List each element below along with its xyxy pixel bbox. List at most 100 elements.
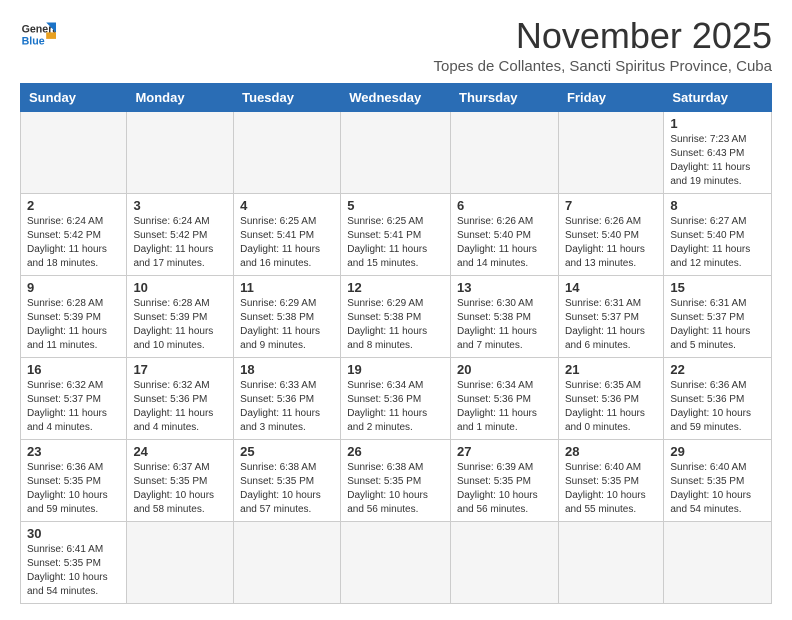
day-info: Sunrise: 6:24 AM Sunset: 5:42 PM Dayligh… — [27, 215, 120, 271]
month-title: November 2025 — [433, 16, 772, 56]
day-number: 14 — [565, 280, 657, 295]
day-info: Sunrise: 6:41 AM Sunset: 5:35 PM Dayligh… — [27, 543, 120, 599]
day-info: Sunrise: 6:40 AM Sunset: 5:35 PM Dayligh… — [670, 461, 765, 517]
calendar-cell: 10Sunrise: 6:28 AM Sunset: 5:39 PM Dayli… — [127, 275, 234, 357]
calendar-cell: 14 Sunrise: 6:31 AM Sunset: 5:37 PM Dayli… — [558, 275, 663, 357]
calendar-cell — [558, 521, 663, 603]
day-number: 13 — [457, 280, 552, 295]
calendar-cell: 8 Sunrise: 6:27 AM Sunset: 5:40 PM Daylig… — [664, 193, 772, 275]
week-row-1: 2 Sunrise: 6:24 AM Sunset: 5:42 PM Daylig… — [21, 193, 772, 275]
day-info: Sunrise: 6:26 AM Sunset: 5:40 PM Dayligh… — [565, 215, 657, 271]
day-number: 24 — [133, 444, 227, 459]
day-number: 17 — [133, 362, 227, 377]
day-number: 1 — [670, 116, 765, 131]
day-info: Sunrise: 6:35 AM Sunset: 5:36 PM Dayligh… — [565, 379, 657, 435]
day-number: 30 — [27, 526, 120, 541]
calendar-cell: 7Sunrise: 6:26 AM Sunset: 5:40 PM Daylig… — [558, 193, 663, 275]
calendar-cell: 11 Sunrise: 6:29 AM Sunset: 5:38 PM Dayli… — [234, 275, 341, 357]
day-info: Sunrise: 6:25 AM Sunset: 5:41 PM Dayligh… — [347, 215, 444, 271]
day-info: Sunrise: 6:24 AM Sunset: 5:42 PM Dayligh… — [133, 215, 227, 271]
week-row-2: 9Sunrise: 6:28 AM Sunset: 5:39 PM Daylig… — [21, 275, 772, 357]
day-info: Sunrise: 6:38 AM Sunset: 5:35 PM Dayligh… — [347, 461, 444, 517]
day-info: Sunrise: 6:40 AM Sunset: 5:35 PM Dayligh… — [565, 461, 657, 517]
weekday-header-friday: Friday — [558, 83, 663, 111]
calendar-cell: 18 Sunrise: 6:33 AM Sunset: 5:36 PM Dayli… — [234, 357, 341, 439]
day-info: Sunrise: 6:32 AM Sunset: 5:36 PM Dayligh… — [133, 379, 227, 435]
day-number: 22 — [670, 362, 765, 377]
calendar-cell: 1 Sunrise: 7:23 AM Sunset: 6:43 PM Daylig… — [664, 111, 772, 193]
generalblue-logo-icon: General Blue — [20, 16, 56, 52]
day-info: Sunrise: 6:39 AM Sunset: 5:35 PM Dayligh… — [457, 461, 552, 517]
day-info: Sunrise: 6:30 AM Sunset: 5:38 PM Dayligh… — [457, 297, 552, 353]
calendar-cell: 16Sunrise: 6:32 AM Sunset: 5:37 PM Dayli… — [21, 357, 127, 439]
day-info: Sunrise: 6:27 AM Sunset: 5:40 PM Dayligh… — [670, 215, 765, 271]
day-info: Sunrise: 6:34 AM Sunset: 5:36 PM Dayligh… — [457, 379, 552, 435]
day-number: 15 — [670, 280, 765, 295]
day-info: Sunrise: 6:29 AM Sunset: 5:38 PM Dayligh… — [240, 297, 334, 353]
calendar-cell: 9Sunrise: 6:28 AM Sunset: 5:39 PM Daylig… — [21, 275, 127, 357]
day-number: 18 — [240, 362, 334, 377]
day-number: 29 — [670, 444, 765, 459]
day-number: 11 — [240, 280, 334, 295]
day-number: 4 — [240, 198, 334, 213]
calendar-cell: 24 Sunrise: 6:37 AM Sunset: 5:35 PM Dayli… — [127, 439, 234, 521]
week-row-5: 30 Sunrise: 6:41 AM Sunset: 5:35 PM Dayli… — [21, 521, 772, 603]
svg-text:Blue: Blue — [22, 36, 45, 48]
logo: General Blue — [20, 16, 56, 52]
day-info: Sunrise: 6:29 AM Sunset: 5:38 PM Dayligh… — [347, 297, 444, 353]
day-info: Sunrise: 6:31 AM Sunset: 5:37 PM Dayligh… — [565, 297, 657, 353]
week-row-4: 23 Sunrise: 6:36 AM Sunset: 5:35 PM Dayli… — [21, 439, 772, 521]
day-info: Sunrise: 7:23 AM Sunset: 6:43 PM Dayligh… — [670, 133, 765, 189]
weekday-header-saturday: Saturday — [664, 83, 772, 111]
day-info: Sunrise: 6:26 AM Sunset: 5:40 PM Dayligh… — [457, 215, 552, 271]
day-info: Sunrise: 6:37 AM Sunset: 5:35 PM Dayligh… — [133, 461, 227, 517]
calendar-cell: 4 Sunrise: 6:25 AM Sunset: 5:41 PM Daylig… — [234, 193, 341, 275]
day-number: 19 — [347, 362, 444, 377]
day-number: 8 — [670, 198, 765, 213]
calendar-table: SundayMondayTuesdayWednesdayThursdayFrid… — [20, 83, 772, 604]
week-row-3: 16Sunrise: 6:32 AM Sunset: 5:37 PM Dayli… — [21, 357, 772, 439]
title-area: November 2025 Topes de Collantes, Sancti… — [433, 16, 772, 75]
day-info: Sunrise: 6:34 AM Sunset: 5:36 PM Dayligh… — [347, 379, 444, 435]
calendar-cell: 30 Sunrise: 6:41 AM Sunset: 5:35 PM Dayli… — [21, 521, 127, 603]
calendar-cell: 22 Sunrise: 6:36 AM Sunset: 5:36 PM Dayli… — [664, 357, 772, 439]
calendar-cell — [664, 521, 772, 603]
day-number: 2 — [27, 198, 120, 213]
day-info: Sunrise: 6:28 AM Sunset: 5:39 PM Dayligh… — [27, 297, 120, 353]
day-number: 28 — [565, 444, 657, 459]
day-info: Sunrise: 6:25 AM Sunset: 5:41 PM Dayligh… — [240, 215, 334, 271]
calendar-cell — [234, 521, 341, 603]
calendar-cell: 2 Sunrise: 6:24 AM Sunset: 5:42 PM Daylig… — [21, 193, 127, 275]
day-number: 26 — [347, 444, 444, 459]
calendar-cell — [234, 111, 341, 193]
calendar-cell — [127, 111, 234, 193]
day-number: 20 — [457, 362, 552, 377]
day-number: 5 — [347, 198, 444, 213]
day-info: Sunrise: 6:31 AM Sunset: 5:37 PM Dayligh… — [670, 297, 765, 353]
calendar-cell: 21Sunrise: 6:35 AM Sunset: 5:36 PM Dayli… — [558, 357, 663, 439]
calendar-cell: 13 Sunrise: 6:30 AM Sunset: 5:38 PM Dayli… — [451, 275, 559, 357]
calendar-cell: 20 Sunrise: 6:34 AM Sunset: 5:36 PM Dayli… — [451, 357, 559, 439]
calendar-cell: 6 Sunrise: 6:26 AM Sunset: 5:40 PM Daylig… — [451, 193, 559, 275]
day-number: 3 — [133, 198, 227, 213]
calendar-cell — [21, 111, 127, 193]
weekday-header-sunday: Sunday — [21, 83, 127, 111]
day-number: 23 — [27, 444, 120, 459]
calendar-cell: 17 Sunrise: 6:32 AM Sunset: 5:36 PM Dayli… — [127, 357, 234, 439]
calendar-cell: 28 Sunrise: 6:40 AM Sunset: 5:35 PM Dayli… — [558, 439, 663, 521]
day-info: Sunrise: 6:33 AM Sunset: 5:36 PM Dayligh… — [240, 379, 334, 435]
day-info: Sunrise: 6:36 AM Sunset: 5:36 PM Dayligh… — [670, 379, 765, 435]
calendar-cell: 25Sunrise: 6:38 AM Sunset: 5:35 PM Dayli… — [234, 439, 341, 521]
day-info: Sunrise: 6:36 AM Sunset: 5:35 PM Dayligh… — [27, 461, 120, 517]
calendar-cell — [127, 521, 234, 603]
day-number: 27 — [457, 444, 552, 459]
day-number: 10 — [133, 280, 227, 295]
calendar-cell: 5 Sunrise: 6:25 AM Sunset: 5:41 PM Daylig… — [341, 193, 451, 275]
weekday-header-monday: Monday — [127, 83, 234, 111]
page-header: General Blue November 2025 Topes de Coll… — [20, 16, 772, 75]
day-number: 6 — [457, 198, 552, 213]
weekday-header-thursday: Thursday — [451, 83, 559, 111]
weekday-header-tuesday: Tuesday — [234, 83, 341, 111]
calendar-cell: 15 Sunrise: 6:31 AM Sunset: 5:37 PM Dayli… — [664, 275, 772, 357]
calendar-cell — [341, 521, 451, 603]
